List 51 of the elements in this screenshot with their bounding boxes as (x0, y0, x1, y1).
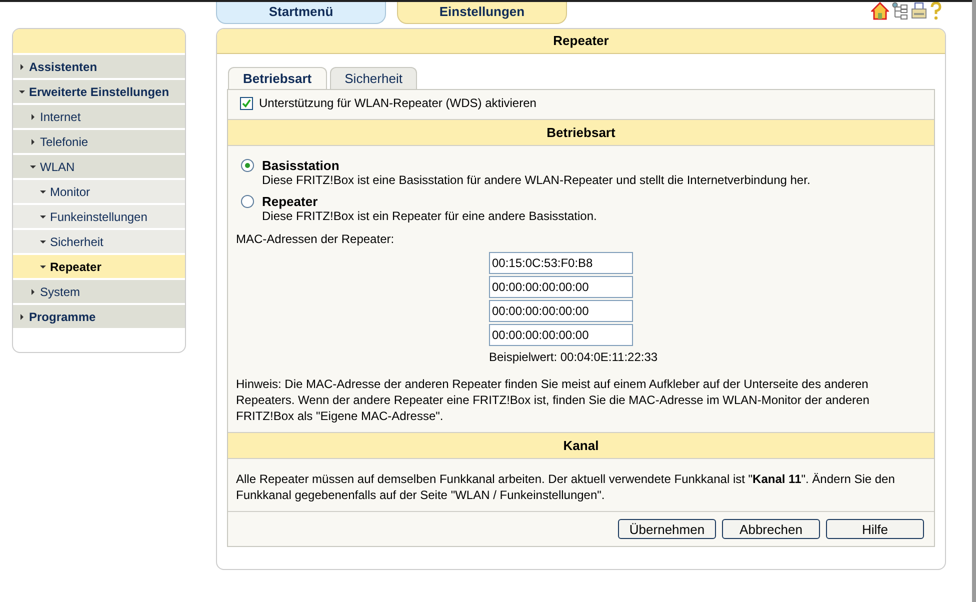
nav-tab[interactable]: Einstellungen (397, 2, 567, 24)
sidebar-item[interactable]: Telefonie (13, 130, 185, 155)
section-header: Betriebsart (228, 119, 934, 146)
sidebar-item[interactable]: Funkeinstellungen (13, 205, 185, 230)
sidebar-item[interactable]: System (13, 280, 185, 305)
caret-right-icon (30, 114, 36, 120)
channel-text: Alle Repeater müssen auf demselben Funkkanal arbeiten. Der aktuell verwendete Funkkanal ist "Kanal 11". Ändern Sie den Funkkanal gegebenenfalls auf der Seite "WLAN / Funkeinstellungen". (236, 471, 896, 503)
caret-down-icon (19, 88, 25, 94)
hint-text: Hinweis: Die MAC-Adresse der anderen Repeater finden Sie meist auf einem Aufkleber auf der Unterseite des anderen Repeaters. Wenn der andere Repeater eine FRITZ!Box ist, finden Sie die MAC-Adresse im WLAN-Monitor der anderen FRITZ!Box als "Eigene MAC-Adresse". (236, 376, 870, 424)
caret-down-icon (40, 214, 46, 220)
action-button[interactable]: Hilfe (826, 519, 924, 539)
sidebar-item[interactable]: Sicherheit (13, 230, 185, 255)
section-header: Kanal (228, 432, 934, 459)
caret-right-icon (30, 138, 36, 144)
caret-down-icon (40, 188, 46, 194)
sidebar-item[interactable]: Assistenten (13, 55, 185, 80)
example-text: Beispielwert: 00:04:0E:11:22:33 (489, 350, 659, 364)
caret-right-icon (19, 64, 25, 70)
checkbox[interactable] (240, 96, 253, 110)
caret-down-icon (40, 238, 46, 244)
radio-label: Basisstation (262, 158, 340, 173)
action-button[interactable]: Abbrechen (722, 519, 820, 539)
field-label: MAC-Adressen der Repeater: (236, 232, 396, 246)
mac-address-field[interactable]: 00:00:00:00:00:00 (489, 324, 633, 346)
mac-address-field[interactable]: 00:00:00:00:00:00 (489, 300, 633, 322)
sidebar-item[interactable]: Monitor (13, 180, 185, 205)
tab[interactable]: Sicherheit (330, 67, 418, 89)
radio-label: Repeater (262, 194, 319, 209)
mac-address-field[interactable]: 00:00:00:00:00:00 (489, 276, 633, 298)
radio-button[interactable] (241, 159, 254, 172)
sidebar-item[interactable]: Repeater (13, 255, 185, 280)
sidebar-item[interactable]: WLAN (13, 155, 185, 180)
caret-right-icon (30, 288, 36, 294)
action-button[interactable]: Übernehmen (618, 519, 716, 539)
caret-right-icon (19, 314, 25, 320)
tree-icon[interactable] (892, 2, 908, 20)
printer-icon[interactable] (911, 2, 927, 20)
caret-down-icon (40, 264, 46, 270)
panel-title: Repeater (217, 29, 945, 54)
radio-button[interactable] (241, 195, 254, 208)
checkbox-label: Unterstützung für WLAN-Repeater (WDS) aktivieren (259, 96, 536, 110)
sidebar-item[interactable]: Erweiterte Einstellungen (13, 80, 185, 105)
option-description: Diese FRITZ!Box ist ein Repeater für eine andere Basisstation. (262, 209, 597, 224)
home-icon[interactable] (871, 2, 889, 20)
sidebar-item[interactable]: Programme (13, 305, 185, 330)
caret-down-icon (30, 164, 36, 170)
mac-address-field[interactable]: 00:15:0C:53:F0:B8 (489, 252, 633, 274)
nav-tab[interactable]: Startmenü (216, 2, 386, 24)
option-description: Diese FRITZ!Box ist eine Basisstation für andere WLAN-Repeater und stellt die Internetverbindung her. (262, 173, 810, 188)
tab[interactable]: Betriebsart (228, 67, 327, 89)
sidebar-item[interactable]: Internet (13, 105, 185, 130)
